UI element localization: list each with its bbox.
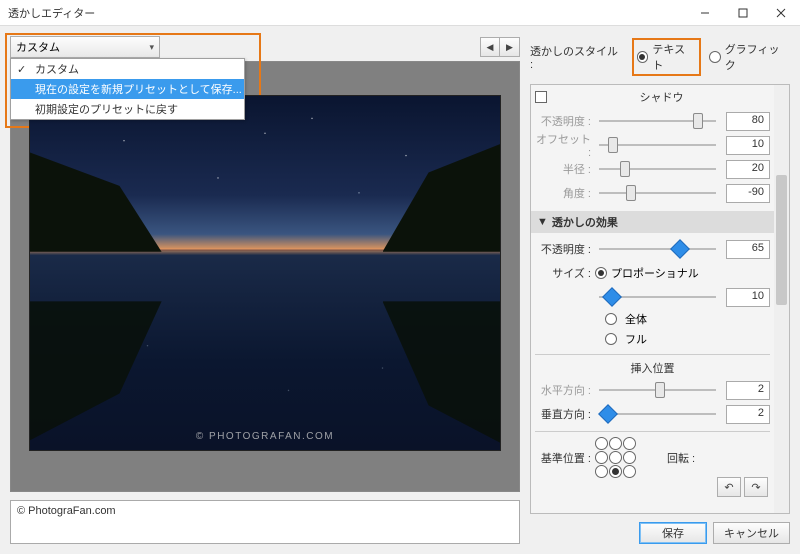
watermark-style-row: 透かしのスタイル : テキスト グラフィック [530, 36, 790, 84]
cancel-button[interactable]: キャンセル [713, 522, 790, 544]
window-title: 透かしエディター [8, 5, 686, 21]
size-value[interactable]: 10 [726, 288, 770, 307]
shadow-radius-value[interactable]: 20 [726, 160, 770, 179]
titlebar: 透かしエディター [0, 0, 800, 26]
v-inset-label: 垂直方向 : [535, 406, 595, 422]
size-slider[interactable] [595, 288, 720, 306]
shadow-title: シャドウ [553, 89, 770, 105]
rotate-cw-button[interactable]: ↷ [744, 477, 768, 497]
save-button[interactable]: 保存 [639, 522, 707, 544]
maximize-button[interactable] [724, 0, 762, 26]
watermark-preview-text: © PHOTOGRAFAN.COM [196, 431, 334, 442]
preset-toolbar: カスタム ▾ カスタム 現在の設定を新規プリセットとして保存... 初期設定のプ… [10, 36, 520, 58]
shadow-angle-label: 角度 : [535, 185, 595, 201]
settings-panel: シャドウ 不透明度 : 80 オフセット : 10 半径 : 20 角度 : -90 ▼… [530, 84, 790, 514]
rotate-ccw-button[interactable]: ↶ [717, 477, 741, 497]
preset-option-save[interactable]: 現在の設定を新規プリセットとして保存... [11, 79, 244, 99]
shadow-opacity-label: 不透明度 : [535, 113, 595, 129]
style-graphic-radio[interactable]: グラフィック [709, 41, 790, 73]
prev-image-button[interactable]: ◀ [480, 37, 500, 57]
anchor-grid[interactable] [595, 437, 637, 479]
shadow-angle-slider[interactable] [595, 184, 720, 202]
preview-image: © PHOTOGRAFAN.COM [29, 95, 501, 451]
shadow-opacity-slider[interactable] [595, 112, 720, 130]
chevron-down-icon: ▾ [149, 42, 154, 53]
h-inset-slider[interactable] [595, 381, 720, 399]
h-inset-label: 水平方向 : [535, 382, 595, 398]
shadow-header-row: シャドウ [535, 85, 770, 109]
shadow-offset-label: オフセット : [535, 131, 595, 159]
triangle-down-icon: ▼ [537, 216, 548, 228]
shadow-angle-value[interactable]: -90 [726, 184, 770, 203]
preset-option-reset[interactable]: 初期設定のプリセットに戻す [11, 99, 244, 119]
preset-dropdown[interactable]: カスタム ▾ [10, 36, 160, 58]
v-inset-slider[interactable] [595, 405, 720, 423]
preset-selected-label: カスタム [16, 39, 60, 55]
inset-title: 挿入位置 [535, 360, 770, 376]
anchor-label: 基準位置 : [535, 450, 595, 466]
size-fit-radio[interactable]: 全体 [605, 309, 770, 329]
effects-section-header[interactable]: ▼透かしの効果 [531, 211, 774, 233]
next-image-button[interactable]: ▶ [500, 37, 520, 57]
minimize-button[interactable] [686, 0, 724, 26]
style-text-radio[interactable]: テキスト [637, 41, 696, 73]
preset-option-custom[interactable]: カスタム [11, 59, 244, 79]
size-fill-radio[interactable]: フル [605, 329, 770, 349]
preview-area: © PHOTOGRAFAN.COM [10, 61, 520, 492]
watermark-text-input[interactable]: © PhotograFan.com [10, 500, 520, 544]
shadow-radius-slider[interactable] [595, 160, 720, 178]
shadow-opacity-value[interactable]: 80 [726, 112, 770, 131]
size-proportional-radio[interactable]: プロポーショナル [595, 265, 699, 281]
close-button[interactable] [762, 0, 800, 26]
effects-opacity-slider[interactable] [595, 240, 720, 258]
h-inset-value[interactable]: 2 [726, 381, 770, 400]
preset-dropdown-menu: カスタム 現在の設定を新規プリセットとして保存... 初期設定のプリセットに戻す [10, 58, 245, 120]
shadow-offset-slider[interactable] [595, 136, 720, 154]
style-label: 透かしのスタイル : [530, 43, 624, 71]
effects-opacity-label: 不透明度 : [535, 241, 595, 257]
highlight-annotation-2: テキスト [632, 38, 701, 76]
size-label: サイズ : [535, 265, 595, 281]
shadow-offset-value[interactable]: 10 [726, 136, 770, 155]
scrollbar[interactable] [774, 85, 789, 513]
v-inset-value[interactable]: 2 [726, 405, 770, 424]
shadow-radius-label: 半径 : [535, 161, 595, 177]
rotate-label: 回転 : [667, 450, 695, 466]
shadow-checkbox[interactable] [535, 91, 547, 103]
effects-opacity-value[interactable]: 65 [726, 240, 770, 259]
